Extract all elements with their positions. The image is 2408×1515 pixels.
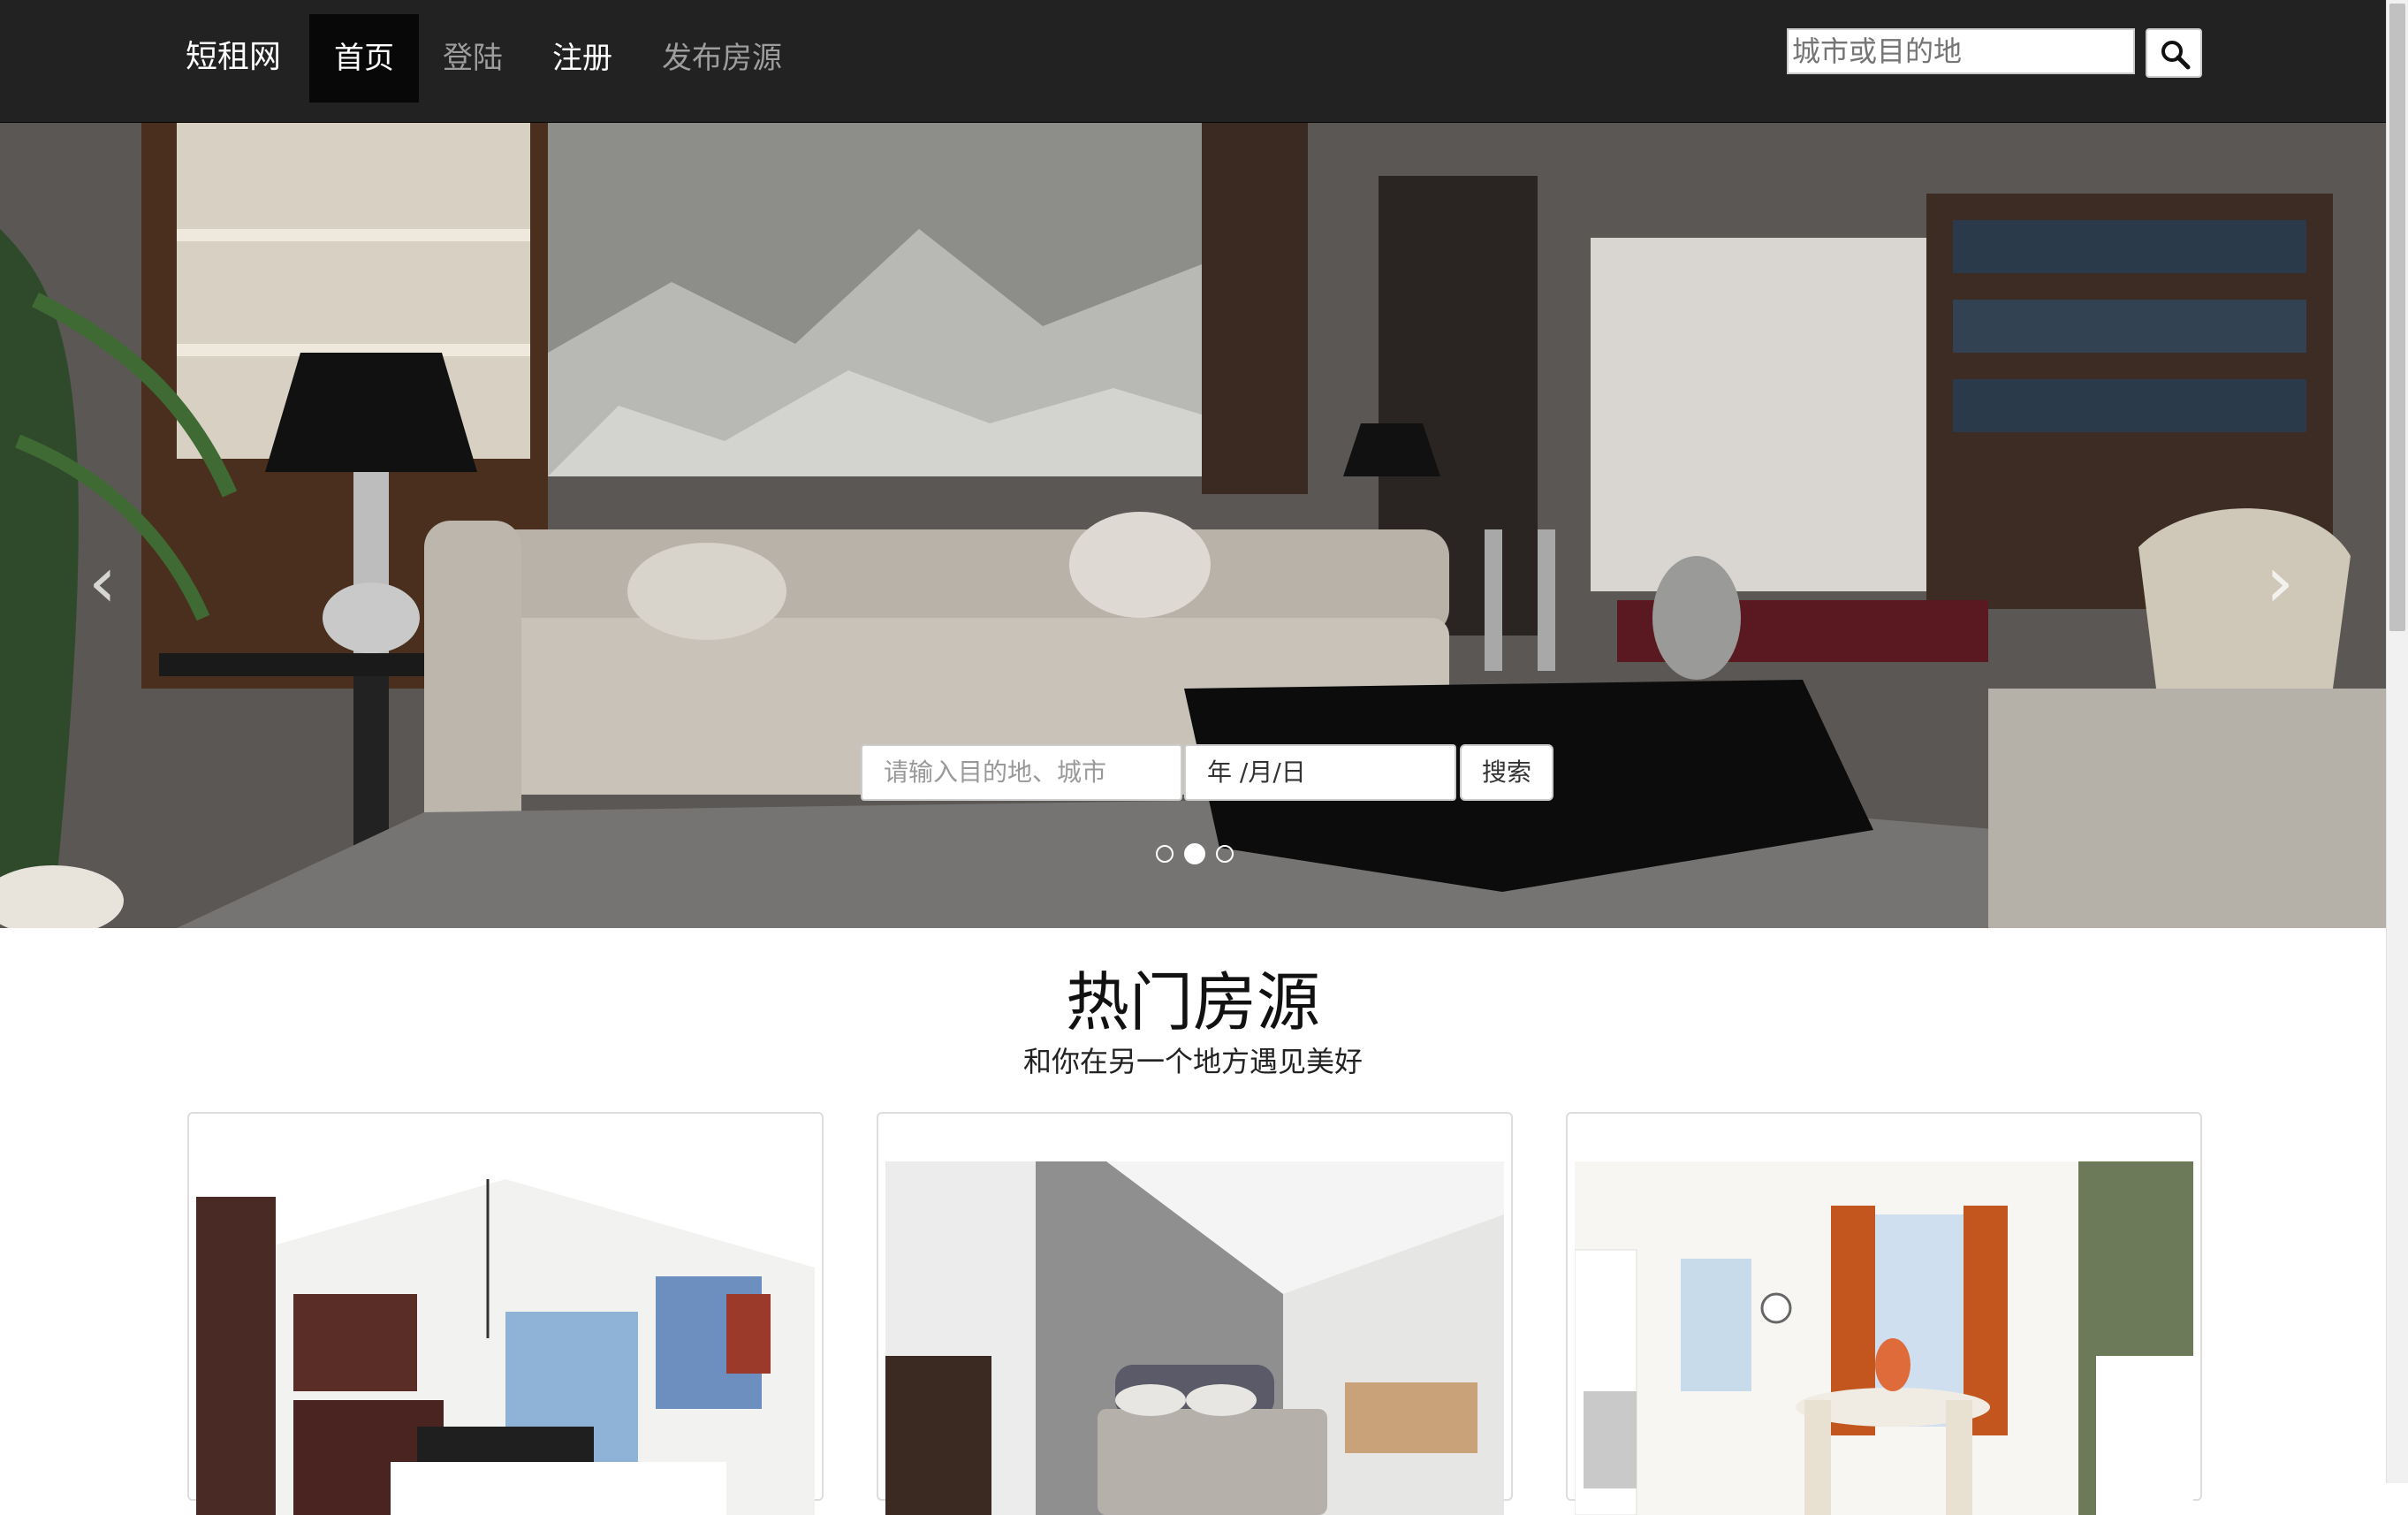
nav-item-publish-listing[interactable]: 发布房源 [656,14,788,103]
date-input[interactable]: 年 /月/日 [1184,744,1456,801]
kitchen-photo [196,1161,815,1515]
scrollbar-thumb[interactable] [2389,4,2405,631]
nav-item-register[interactable]: 注册 [543,14,622,103]
brand-logo[interactable]: 短租网 [186,0,281,115]
carousel-indicator-3[interactable] [1216,845,1234,863]
nav-search-button[interactable] [2146,28,2202,78]
hero-search-button[interactable]: 搜索 [1460,744,1553,801]
destination-input[interactable]: 请输入目的地、城市 [861,744,1182,801]
bedroom-photo [885,1161,1504,1515]
listing-card[interactable] [1566,1112,2202,1515]
listing-image[interactable] [1575,1161,2193,1515]
section-title: 热门房源 [1065,965,1320,1039]
listing-image[interactable] [196,1161,815,1515]
search-icon [2161,41,2191,70]
top-navbar: 短租网 首页 登陆 注册 发布房源 [0,0,2386,124]
section-subtitle: 和你在另一个地方遇见美好 [1022,1045,1363,1078]
carousel-indicator-2[interactable] [1184,843,1205,864]
carousel-prev-arrow[interactable]: ‹ [76,547,129,618]
nav-search-input[interactable] [1787,28,2135,74]
listing-card[interactable] [877,1112,1513,1515]
nav-item-home[interactable]: 首页 [309,14,419,103]
dining-room-photo [1575,1161,2193,1515]
hero-carousel: ‹ › [0,123,2386,928]
listing-card[interactable] [187,1112,824,1515]
nav-item-login[interactable]: 登陆 [433,14,513,103]
page-scrollbar[interactable] [2386,0,2408,1483]
listing-image[interactable] [885,1161,1504,1515]
carousel-next-arrow[interactable]: › [2253,547,2306,618]
living-room-photo [0,123,2386,928]
carousel-indicator-1[interactable] [1156,845,1174,863]
